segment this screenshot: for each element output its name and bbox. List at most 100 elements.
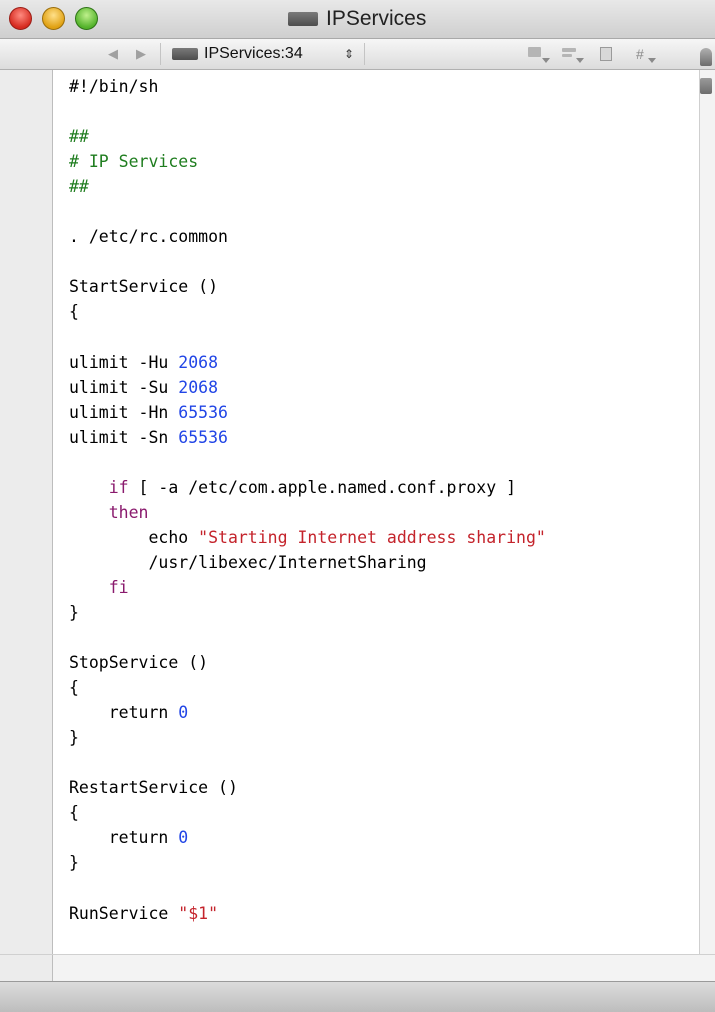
code-token-plain: } [69,728,79,748]
code-token-plain: ulimit -Sn [69,427,179,447]
code-line[interactable]: echo "Starting Internet address sharing" [69,525,546,550]
code-line[interactable]: if [ -a /etc/com.apple.named.conf.proxy … [69,475,546,500]
split-view-icon[interactable] [700,78,712,94]
code-token-plain: return [69,703,179,723]
code-line[interactable]: then [69,500,546,525]
code-text-view[interactable]: #!/bin/sh ## # IP Services ## . /etc/rc.co… [53,70,698,954]
status-bar [0,981,715,1012]
code-line[interactable]: ulimit -Su 2068 [69,375,546,400]
file-history-popup[interactable]: IPServices:34 ⇕ [172,43,362,65]
code-line[interactable]: return 0 [69,700,546,725]
counterpart-label: # [636,46,644,62]
code-token-number: 0 [178,828,189,848]
code-line[interactable]: } [69,850,546,875]
code-token-plain: { [69,678,79,698]
code-line[interactable]: /usr/libexec/InternetSharing [69,550,546,575]
include-files-icon[interactable] [600,45,622,63]
code-line[interactable]: return 0 [69,825,546,850]
code-line[interactable]: ulimit -Hn 65536 [69,400,546,425]
code-token-number: 0 [178,703,189,723]
code-token-string: "Starting Internet address sharing" [198,527,546,547]
code-token-plain: } [69,853,79,873]
editor-area: #!/bin/sh ## # IP Services ## . /etc/rc.co… [0,48,715,954]
bookmark-shape [528,47,541,57]
code-token-plain: . /etc/rc.common [69,227,228,247]
code-line[interactable] [69,324,546,349]
code-line[interactable]: StopService () [69,650,546,675]
code-token-number: 65536 [178,402,228,422]
file-type-icon [172,48,198,60]
code-line[interactable]: fi [69,575,546,600]
code-token-comment: ## [69,177,89,197]
code-token-plain: StopService () [69,653,209,673]
code-line[interactable]: # IP Services [69,149,546,174]
code-token-keyword: if [108,477,129,497]
code-line[interactable]: ## [69,124,546,149]
breakpoint-shape [562,54,572,57]
code-line[interactable] [69,450,546,475]
document-proxy-icon[interactable] [288,12,318,26]
code-token-plain: { [69,803,79,823]
code-line[interactable]: ulimit -Sn 65536 [69,425,546,450]
close-button[interactable] [9,7,32,30]
source-code[interactable]: #!/bin/sh ## # IP Services ## . /etc/rc.co… [69,74,546,926]
title-bar[interactable]: IPServices [0,0,715,39]
minimize-button[interactable] [42,7,65,30]
include-shape [600,47,612,61]
horizontal-scroll-area[interactable] [0,954,715,981]
code-token-number: 65536 [178,427,228,447]
code-line[interactable] [69,199,546,224]
bookmarks-menu-icon[interactable] [528,45,550,63]
code-token-plain: RestartService () [69,778,238,798]
code-line[interactable]: . /etc/rc.common [69,224,546,249]
code-line[interactable]: StartService () [69,274,546,299]
code-line[interactable]: } [69,600,546,625]
code-line[interactable]: { [69,299,546,324]
breakpoints-menu-icon[interactable] [562,45,584,63]
code-token-plain: /usr/libexec/InternetSharing [69,552,427,572]
code-token-plain: } [69,602,79,622]
code-token-plain: return [69,828,179,848]
code-line[interactable]: RunService "$1" [69,901,546,926]
code-token-plain: ulimit -Su [69,377,179,397]
code-token-number: 2068 [178,377,219,397]
code-line[interactable] [69,876,546,901]
code-line[interactable] [69,99,546,124]
code-token-number: 2068 [178,352,219,372]
code-token-keyword: fi [108,577,129,597]
back-arrow-icon[interactable]: ◀ [104,45,122,63]
code-token-plain: ulimit -Hu [69,352,179,372]
zoom-button[interactable] [75,7,98,30]
code-token-comment: # IP Services [69,152,199,172]
code-line[interactable]: #!/bin/sh [69,74,546,99]
forward-arrow-icon[interactable]: ▶ [132,45,150,63]
dropdown-triangle-icon [576,58,584,63]
code-line[interactable] [69,625,546,650]
vertical-scrollbar[interactable] [699,70,715,954]
file-popup-label: IPServices:34 [204,45,303,62]
code-line[interactable]: { [69,800,546,825]
code-line[interactable]: ## [69,174,546,199]
line-gutter[interactable] [0,70,53,954]
split-view-top-icon[interactable] [700,48,712,66]
dropdown-triangle-icon [648,58,656,63]
code-token-plain: RunService [69,903,179,923]
window-title: IPServices [326,7,427,30]
code-token-plain: { [69,302,79,322]
code-line[interactable]: { [69,675,546,700]
code-token-plain: ulimit -Hn [69,402,179,422]
dropdown-triangle-icon [542,58,550,63]
counterpart-menu-icon[interactable]: # [634,45,656,63]
window-title-group: IPServices [288,7,426,31]
popup-arrows-icon: ⇕ [344,47,355,61]
navigation-bar: ◀ ▶ IPServices:34 ⇕ # [0,39,715,70]
code-line[interactable] [69,249,546,274]
code-line[interactable]: ulimit -Hu 2068 [69,350,546,375]
editor-window: IPServices ◀ ▶ IPServices:34 ⇕ # #!/bin/… [0,0,715,1012]
code-line[interactable]: RestartService () [69,775,546,800]
code-token-comment: ## [69,127,89,147]
breakpoint-shape [562,48,576,52]
code-line[interactable]: } [69,725,546,750]
code-line[interactable] [69,750,546,775]
